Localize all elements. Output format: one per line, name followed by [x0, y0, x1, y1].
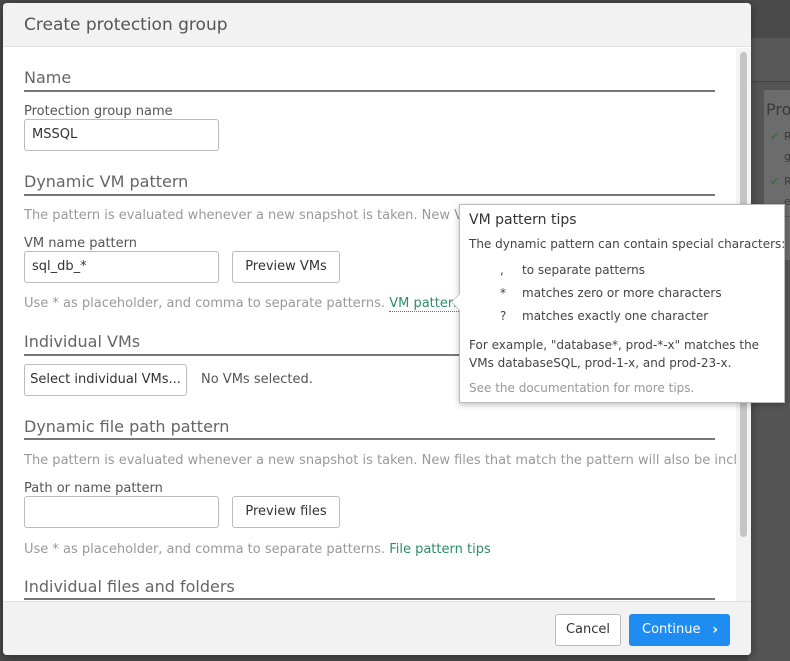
dynamic-vm-description: The pattern is evaluated whenever a new … [24, 208, 512, 223]
dialog-footer: Cancel Continue › [3, 601, 751, 655]
dynamic-file-description: The pattern is evaluated whenever a new … [24, 453, 751, 468]
vm-pattern-hint-text: Use * as placeholder, and comma to separ… [24, 296, 386, 311]
preview-files-button[interactable]: Preview files [232, 496, 340, 528]
background-toolbar [748, 38, 790, 82]
rule-symbol: ? [500, 309, 507, 323]
section-title-dynamic-vm: Dynamic VM pattern [24, 172, 189, 191]
section-divider [24, 438, 715, 440]
rule-symbol: , [500, 263, 504, 277]
background-heading: Pro [766, 100, 790, 119]
path-pattern-input[interactable] [24, 496, 219, 528]
popover-title: VM pattern tips [469, 212, 577, 228]
file-pattern-hint-text: Use * as placeholder, and comma to separ… [24, 542, 386, 557]
background-row-text: g [784, 150, 790, 163]
pattern-rule: ? matches exactly one character [500, 309, 708, 323]
background-row-text: R [784, 175, 790, 188]
continue-button-label: Continue [642, 622, 701, 637]
vm-name-pattern-label: VM name pattern [24, 236, 138, 251]
section-divider [24, 90, 715, 92]
rule-text: matches exactly one character [522, 309, 709, 323]
cancel-button[interactable]: Cancel [555, 614, 621, 646]
pattern-rule: * matches zero or more characters [500, 286, 722, 300]
vm-name-pattern-input[interactable]: sql_db_* [24, 251, 219, 283]
continue-button[interactable]: Continue › [629, 614, 730, 646]
vm-pattern-tips-popover: VM pattern tips The dynamic pattern can … [451, 204, 786, 403]
section-title-name: Name [24, 68, 72, 87]
popover-arrow-fill [452, 294, 460, 310]
section-divider [24, 194, 715, 196]
vm-selection-status: No VMs selected. [201, 372, 313, 387]
preview-vms-button[interactable]: Preview VMs [232, 251, 340, 283]
rule-text: matches zero or more characters [522, 286, 722, 300]
popover-intro: The dynamic pattern can contain special … [469, 237, 786, 251]
section-title-individual-vms: Individual VMs [24, 332, 141, 351]
background-row-text: R [784, 130, 790, 143]
pattern-rule: , to separate patterns [500, 263, 645, 277]
path-pattern-label: Path or name pattern [24, 481, 163, 496]
dialog-title: Create protection group [24, 15, 228, 35]
dialog-header: Create protection group [3, 3, 751, 47]
popover-documentation-note: See the documentation for more tips. [469, 381, 695, 395]
section-title-individual-files: Individual files and folders [24, 577, 235, 596]
protection-group-name-input[interactable]: MSSQL [24, 119, 219, 151]
section-divider [24, 598, 715, 600]
vm-pattern-hint: Use * as placeholder, and comma to separ… [24, 296, 490, 312]
popover-example: For example, "database*, prod-*-x" match… [469, 338, 760, 370]
rule-symbol: * [500, 286, 506, 300]
select-individual-vms-button[interactable]: Select individual VMs... [24, 364, 187, 396]
section-title-dynamic-file: Dynamic file path pattern [24, 417, 230, 436]
check-icon: ✔ [770, 130, 780, 143]
chevron-right-icon: › [712, 622, 718, 638]
protection-group-name-label: Protection group name [24, 104, 173, 119]
file-pattern-hint: Use * as placeholder, and comma to separ… [24, 542, 491, 557]
rule-text: to separate patterns [522, 263, 645, 277]
file-pattern-tips-link[interactable]: File pattern tips [389, 542, 491, 557]
check-icon: ✔ [770, 175, 780, 188]
